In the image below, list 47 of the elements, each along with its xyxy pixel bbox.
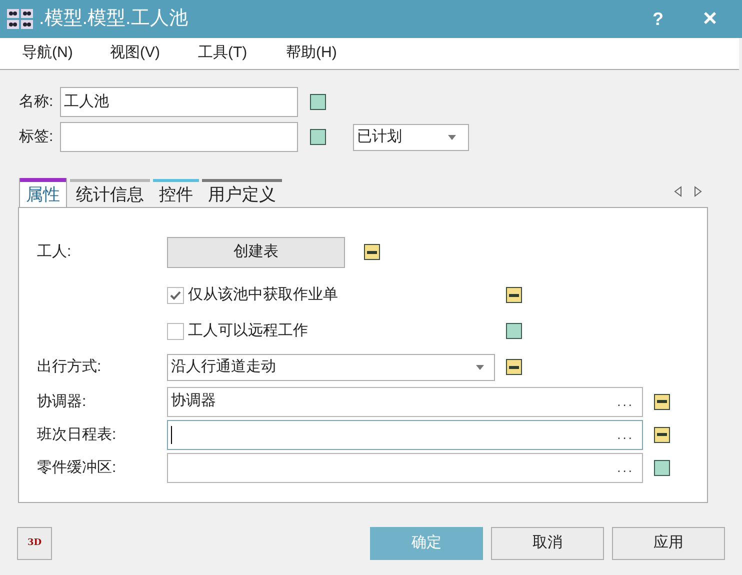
- status-indicator[interactable]: [310, 94, 326, 110]
- field-label: 名称:: [18, 92, 54, 112]
- field-label: 协调器:: [37, 392, 86, 410]
- view-3d-button[interactable]: 3D: [17, 527, 52, 560]
- field-label: 标签:: [18, 126, 54, 147]
- menu-item[interactable]: 视图(V): [110, 42, 198, 65]
- checkbox-option[interactable]: 仅从该池中获取作业单: [167, 284, 497, 306]
- window-title: .模型.模型.工人池: [39, 6, 188, 31]
- app-icon: [7, 9, 33, 29]
- tab[interactable]: 用户定义: [202, 179, 282, 207]
- status-indicator[interactable]: [364, 244, 380, 260]
- checkbox-option[interactable]: 工人可以远程工作: [167, 320, 497, 342]
- field-label: 工人:: [37, 243, 72, 260]
- status-indicator[interactable]: [506, 323, 522, 339]
- menu-item[interactable]: 工具(T): [198, 42, 286, 65]
- browse-button[interactable]: ...: [617, 392, 634, 412]
- menu-item[interactable]: 导航(N): [22, 42, 110, 65]
- name-field[interactable]: 工人池: [60, 87, 298, 117]
- create-table-button[interactable]: 创建表: [167, 236, 345, 268]
- browse-button[interactable]: ...: [617, 458, 634, 478]
- field-label: 班次日程表:: [37, 426, 116, 442]
- object-field[interactable]: 协调器 ...: [167, 386, 643, 416]
- status-indicator[interactable]: [506, 359, 522, 375]
- field-label: 零件缓冲区:: [37, 458, 116, 476]
- dialog-button[interactable]: 应用: [612, 527, 725, 560]
- status-indicator[interactable]: [654, 460, 670, 476]
- scroll-right-icon[interactable]: [694, 186, 702, 197]
- field-label: 出行方式:: [37, 358, 102, 375]
- dialog-button[interactable]: 取消: [491, 527, 604, 560]
- tab[interactable]: 统计信息: [70, 179, 150, 207]
- check-icon: [170, 290, 181, 300]
- travel-mode-dropdown[interactable]: 沿人行通道走动: [167, 354, 495, 380]
- status-dropdown[interactable]: 已计划: [353, 124, 469, 150]
- tag-field[interactable]: [60, 122, 298, 152]
- caret-icon: [476, 364, 484, 370]
- caret-icon: [448, 134, 456, 140]
- status-indicator[interactable]: [654, 394, 670, 410]
- browse-button[interactable]: ...: [617, 424, 634, 444]
- status-indicator[interactable]: [310, 129, 326, 145]
- tab[interactable]: 属性: [19, 178, 67, 208]
- status-indicator[interactable]: [654, 426, 670, 442]
- tab[interactable]: 控件: [153, 179, 199, 207]
- menu-item[interactable]: 帮助(H): [286, 42, 374, 65]
- scroll-left-icon[interactable]: [674, 186, 682, 197]
- status-indicator[interactable]: [506, 287, 522, 303]
- object-field[interactable]: ...: [167, 452, 643, 482]
- object-field[interactable]: ...: [167, 420, 643, 450]
